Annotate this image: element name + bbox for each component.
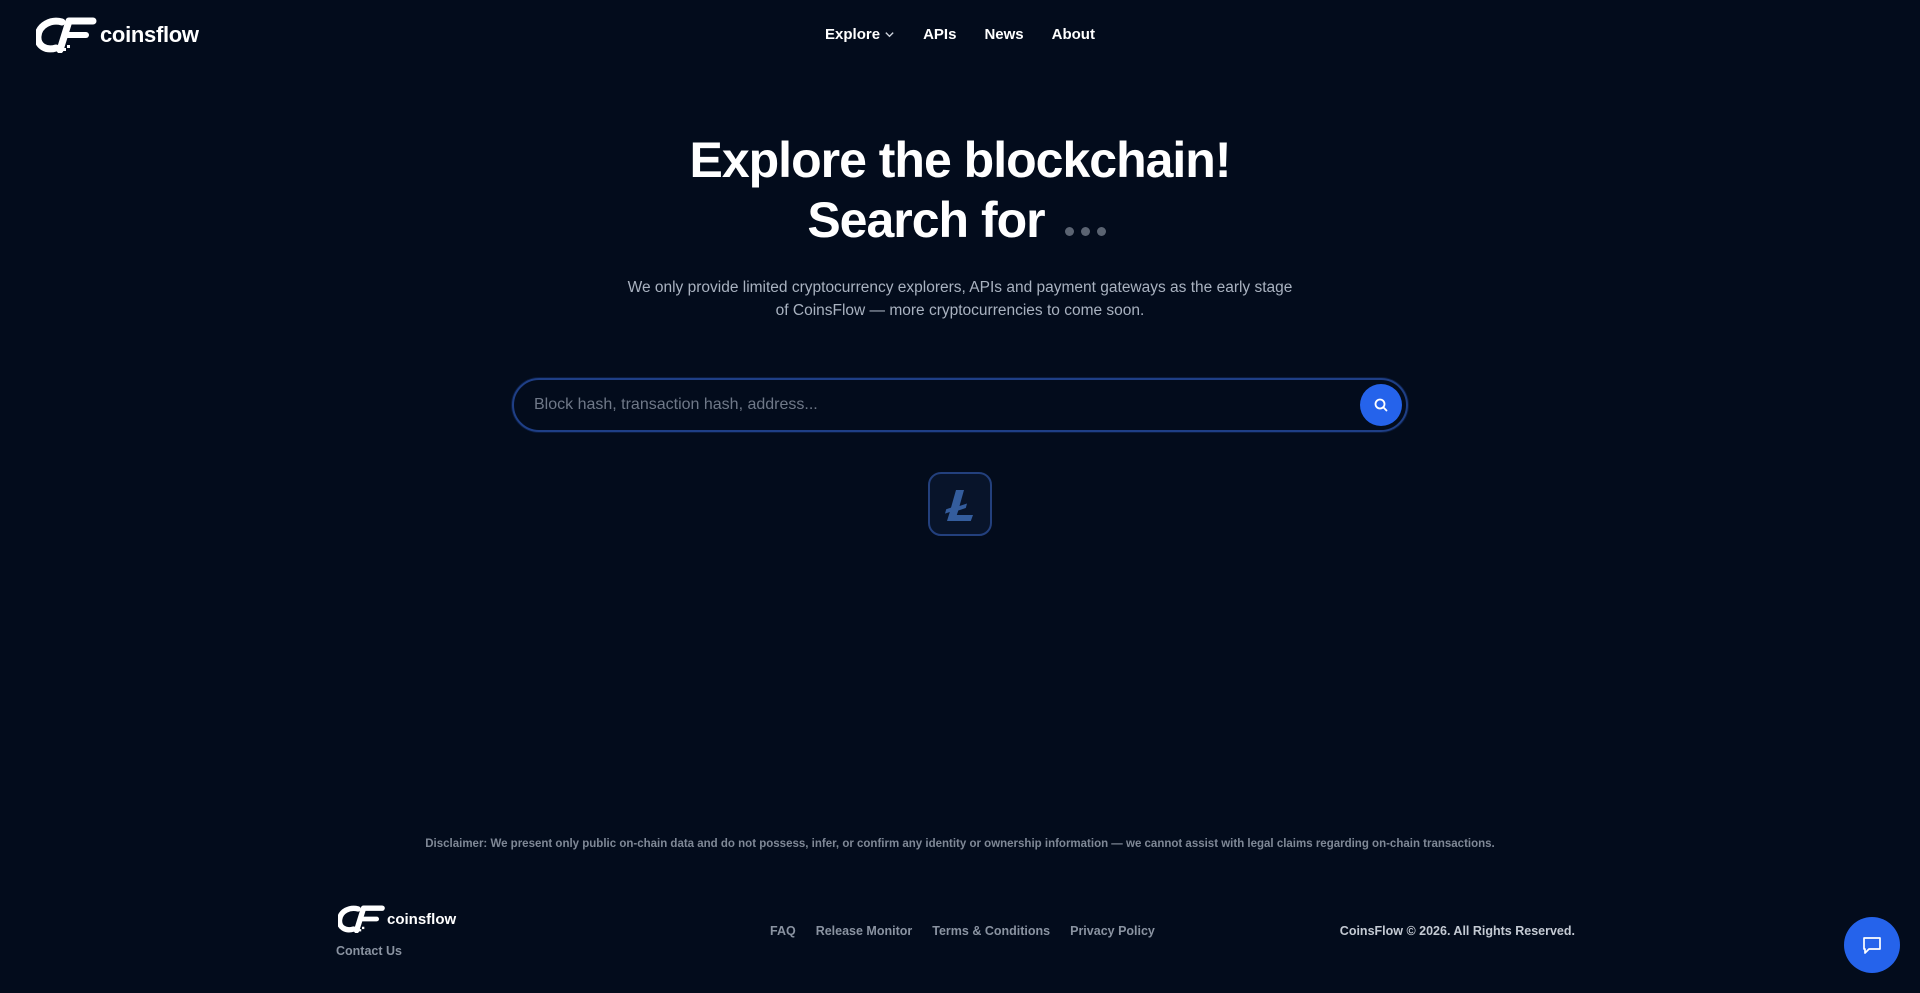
nav-apis[interactable]: APIs [923, 22, 956, 46]
footer-link-terms[interactable]: Terms & Conditions [932, 924, 1050, 938]
litecoin-icon [945, 490, 973, 521]
chat-button[interactable] [1844, 917, 1900, 973]
hero-subtitle: We only provide limited cryptocurrency e… [627, 279, 1293, 319]
search-bar [512, 378, 1408, 432]
typing-dots [1064, 226, 1113, 236]
footer-brand-name: coinsflow [387, 910, 457, 928]
footer-link-privacy[interactable]: Privacy Policy [1070, 924, 1155, 938]
chat-icon [1863, 937, 1881, 954]
nav-explore[interactable]: Explore [825, 22, 895, 46]
footer-link-faq[interactable]: FAQ [770, 924, 796, 938]
nav-about[interactable]: About [1052, 22, 1095, 46]
search-button[interactable] [1360, 384, 1402, 426]
hero-title: Explore the blockchain! [689, 132, 1231, 188]
coin-litecoin[interactable] [928, 472, 992, 536]
copyright-text: CoinsFlow © 2026. All Rights Reserved. [1339, 924, 1575, 938]
footer-links: FAQ Release Monitor Terms & Conditions P… [770, 924, 1155, 938]
footer-link-release-monitor[interactable]: Release Monitor [816, 924, 913, 938]
page: coinsflow Explore APIs News About Explor… [0, 0, 1920, 993]
disclaimer-text: Disclaimer: We present only public on-ch… [425, 838, 1495, 850]
nav-explore-label: Explore [825, 25, 881, 43]
chevron-down-icon [885, 31, 894, 37]
coinsflow-logo-icon [338, 905, 385, 933]
nav-news[interactable]: News [984, 22, 1023, 46]
hero-line2-text: Search for [807, 192, 1045, 248]
search-input[interactable] [534, 392, 1314, 418]
hero-search-for: Search for [0, 190, 1920, 250]
search-icon [1374, 398, 1388, 412]
footer-logo[interactable]: coinsflow [338, 905, 456, 933]
contact-us-link[interactable]: Contact Us [336, 944, 402, 958]
main-nav: Explore APIs News About [0, 22, 1920, 46]
